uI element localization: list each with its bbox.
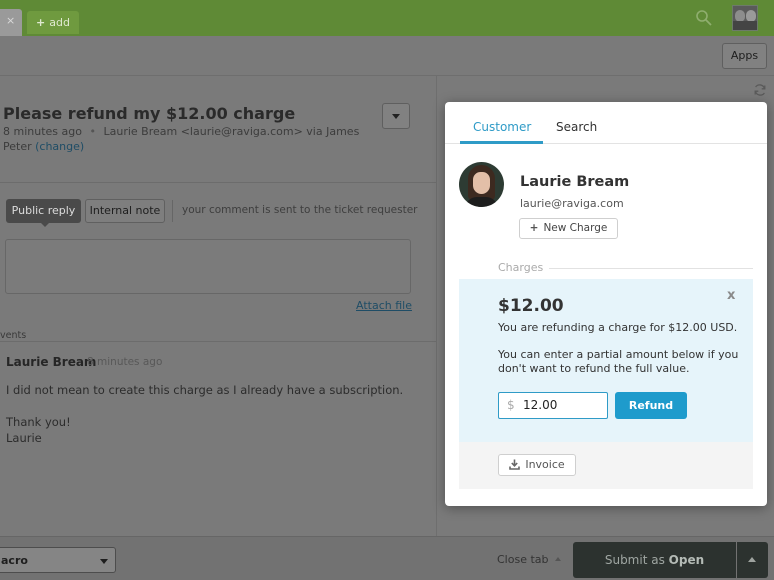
- tab-customer[interactable]: Customer: [473, 120, 531, 134]
- chevron-up-icon: [554, 557, 561, 561]
- divider: [172, 200, 173, 222]
- active-tab-indicator: [460, 141, 543, 144]
- comment-body: I did not mean to create this charge as …: [6, 382, 426, 446]
- customer-name: Laurie Bream: [520, 174, 630, 190]
- bottom-bar: acro Close tab Submit as Open: [0, 536, 774, 580]
- chevron-down-icon: [100, 559, 108, 564]
- refund-form: $12.00 x You are refunding a charge for …: [459, 279, 753, 442]
- ticket-options-dropdown[interactable]: [382, 103, 410, 129]
- refund-amount-value: 12.00: [523, 398, 558, 412]
- public-reply-tab[interactable]: Public reply: [6, 199, 81, 227]
- avatar-body-shape: [465, 197, 498, 207]
- submit-options-dropdown[interactable]: [737, 542, 768, 578]
- partial-refund-hint: You can enter a partial amount below if …: [498, 348, 739, 375]
- customer-avatar: [459, 162, 504, 207]
- app-panel: Customer Search Laurie Bream laurie@ravi…: [445, 102, 767, 506]
- ticket-time: 8 minutes ago: [3, 125, 82, 138]
- charges-heading: Charges: [498, 261, 544, 274]
- charge-amount: $12.00: [498, 296, 564, 316]
- events-label: vents: [0, 330, 27, 341]
- invoice-label: Invoice: [525, 458, 565, 471]
- divider: [0, 182, 436, 183]
- comment-line: Thank you!: [6, 415, 71, 429]
- currency-symbol: $: [507, 398, 515, 412]
- new-charge-label: New Charge: [543, 222, 608, 234]
- top-bar: × + add: [0, 0, 774, 36]
- divider: [0, 341, 436, 342]
- close-tab-label: Close tab: [497, 553, 549, 566]
- ticket-meta: 8 minutes ago • Laurie Bream <laurie@rav…: [3, 124, 363, 154]
- tab-search[interactable]: Search: [556, 120, 597, 134]
- refund-amount-input[interactable]: $ 12.00: [498, 392, 608, 419]
- avatar-face-shape: [473, 172, 490, 194]
- plus-icon: +: [529, 222, 539, 234]
- internal-note-tab[interactable]: Internal note: [85, 199, 165, 223]
- customer-email: laurie@raviga.com: [520, 197, 624, 210]
- avatar-body-shape: [733, 21, 757, 30]
- chevron-up-icon: [748, 557, 756, 562]
- submit-prefix: Submit as: [604, 553, 669, 567]
- comment-line: Laurie: [6, 431, 42, 445]
- close-tab-button[interactable]: Close tab: [497, 553, 561, 566]
- panel-tabs: Customer Search: [445, 102, 767, 144]
- attach-file-link[interactable]: Attach file: [356, 299, 412, 312]
- change-requester-link[interactable]: (change): [35, 140, 84, 153]
- macro-select-label: acro: [1, 554, 28, 567]
- comment-author: Laurie Bream: [6, 355, 97, 369]
- add-tab-button[interactable]: + add: [27, 11, 79, 34]
- comment-line: I did not mean to create this charge as …: [6, 383, 404, 397]
- refund-description: You are refunding a charge for $12.00 US…: [498, 321, 738, 334]
- invoice-button[interactable]: Invoice: [498, 454, 576, 476]
- submit-status: Open: [668, 553, 705, 567]
- refund-button[interactable]: Refund: [615, 392, 687, 419]
- close-icon[interactable]: x: [727, 288, 735, 303]
- current-ticket-tab[interactable]: ×: [0, 9, 22, 36]
- add-tab-label: add: [49, 16, 70, 29]
- meta-bullet: •: [89, 125, 96, 138]
- close-tab-icon[interactable]: ×: [6, 14, 15, 27]
- apps-button[interactable]: Apps: [722, 43, 767, 69]
- user-avatar[interactable]: [732, 5, 758, 31]
- comment-hint: your comment is sent to the ticket reque…: [182, 204, 418, 216]
- ticket-title: Please refund my $12.00 charge: [3, 104, 296, 123]
- new-charge-button[interactable]: + New Charge: [519, 218, 618, 239]
- apply-macro-select[interactable]: acro: [0, 547, 116, 573]
- refresh-icon[interactable]: [753, 83, 767, 97]
- submit-button[interactable]: Submit as Open: [573, 542, 736, 578]
- divider: [549, 268, 753, 269]
- toolbar: Apps: [0, 36, 774, 76]
- search-icon[interactable]: [695, 9, 713, 27]
- comment-textarea[interactable]: [5, 239, 411, 294]
- plus-icon: +: [36, 16, 46, 29]
- chevron-down-icon: [392, 114, 400, 119]
- download-icon: [509, 459, 521, 470]
- divider: [436, 76, 437, 536]
- comment-time: 8 minutes ago: [87, 356, 163, 368]
- invoice-section: Invoice: [459, 442, 753, 489]
